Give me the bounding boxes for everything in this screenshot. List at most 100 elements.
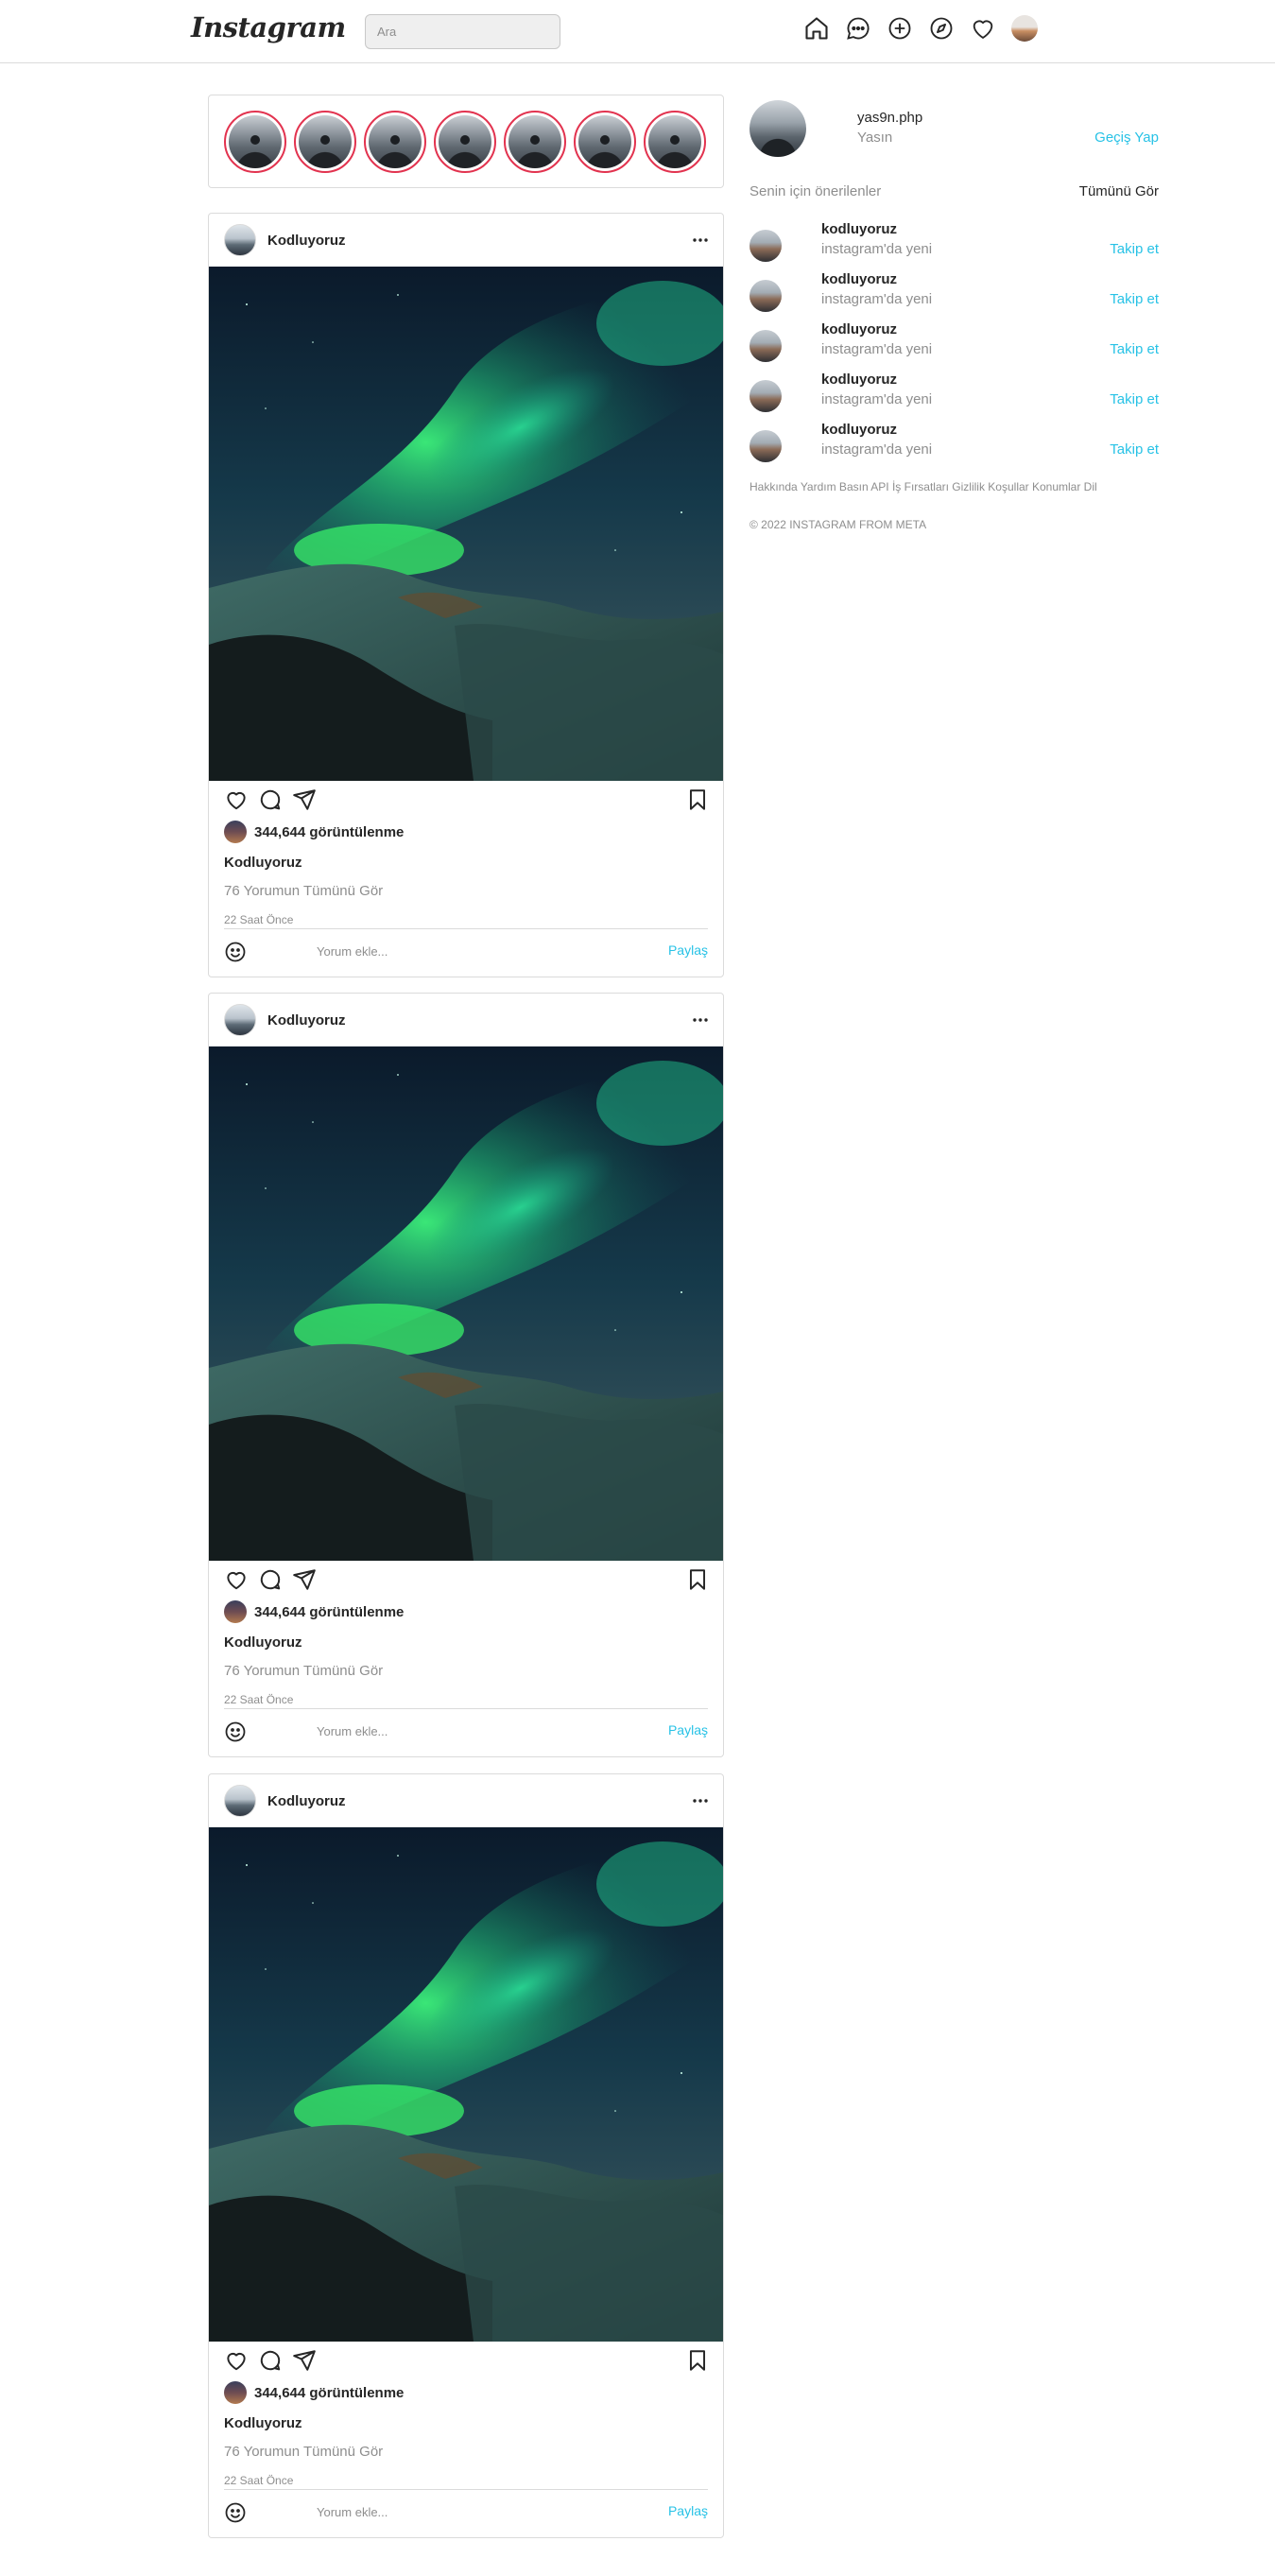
profile-avatar-image	[1011, 15, 1038, 42]
suggestion-avatar[interactable]	[749, 380, 782, 412]
suggestion-avatar[interactable]	[749, 280, 782, 312]
story-item[interactable]	[644, 110, 706, 173]
suggestions-title: Senin için önerilenler	[749, 183, 882, 199]
suggestion-username[interactable]: kodluyoruz	[821, 271, 897, 287]
follow-button[interactable]: Takip et	[1110, 341, 1159, 357]
story-avatar	[439, 114, 491, 168]
search-input[interactable]	[365, 14, 560, 49]
view-all-comments-link[interactable]: 76 Yorumun Tümünü Gör	[224, 2444, 383, 2460]
view-count-text: 344,644 görüntülenme	[254, 823, 405, 840]
follow-button[interactable]: Takip et	[1110, 291, 1159, 307]
post-image-aurora[interactable]	[209, 1827, 723, 2342]
view-all-comments-link[interactable]: 76 Yorumun Tümünü Gör	[224, 883, 383, 899]
story-avatar	[229, 114, 282, 168]
view-count: 344,644 görüntülenme	[224, 821, 404, 843]
suggestion-username[interactable]: kodluyoruz	[821, 221, 897, 237]
post-timestamp: 22 Saat Önce	[224, 2474, 294, 2487]
suggestion-avatar[interactable]	[749, 430, 782, 462]
post-comment-button[interactable]: Paylaş	[668, 1722, 708, 1738]
more-options-icon[interactable]	[689, 1011, 712, 1029]
post-image-aurora[interactable]	[209, 1046, 723, 1561]
post-author-avatar[interactable]	[224, 224, 256, 256]
viewer-avatar	[224, 821, 247, 843]
footer-links[interactable]: Hakkında Yardım Basın API İş Fırsatları …	[749, 480, 1097, 493]
profile-avatar[interactable]	[1009, 13, 1040, 43]
view-count-text: 344,644 görüntülenme	[254, 1603, 405, 1620]
bookmark-save-icon[interactable]	[685, 2348, 712, 2375]
nav-icons	[801, 12, 1051, 44]
post-author-avatar[interactable]	[224, 1004, 256, 1036]
suggestion-avatar[interactable]	[749, 230, 782, 262]
feed-post: Kodluyoruz 344,644 görüntülenme Kodluyor…	[208, 213, 724, 977]
follow-button[interactable]: Takip et	[1110, 241, 1159, 257]
comment-bubble-icon[interactable]	[258, 787, 284, 814]
story-item[interactable]	[574, 110, 636, 173]
comment-input[interactable]	[317, 939, 600, 963]
messenger-icon[interactable]	[843, 13, 873, 43]
new-post-icon[interactable]	[885, 13, 915, 43]
emoji-smiley-icon[interactable]	[224, 2501, 247, 2524]
story-item[interactable]	[504, 110, 566, 173]
caption-username[interactable]: Kodluyoruz	[224, 855, 302, 871]
switch-account-link[interactable]: Geçiş Yap	[1094, 130, 1159, 146]
activity-heart-icon[interactable]	[968, 13, 998, 43]
view-count-text: 344,644 görüntülenme	[254, 2384, 405, 2401]
current-user-avatar[interactable]	[749, 100, 806, 157]
comment-bubble-icon[interactable]	[258, 1567, 284, 1594]
suggestion-avatar[interactable]	[749, 330, 782, 362]
comment-input[interactable]	[317, 2499, 600, 2524]
suggestion-username[interactable]: kodluyoruz	[821, 321, 897, 337]
post-author-avatar[interactable]	[224, 1785, 256, 1817]
like-heart-icon[interactable]	[224, 1567, 250, 1594]
suggestion-subtitle: instagram'da yeni	[821, 441, 933, 458]
viewer-avatar	[224, 2381, 247, 2404]
current-user-username[interactable]: yas9n.php	[857, 110, 922, 126]
follow-button[interactable]: Takip et	[1110, 391, 1159, 407]
share-paper-plane-icon[interactable]	[292, 1567, 319, 1594]
post-actions: 344,644 görüntülenme Kodluyoruz 76 Yorum…	[209, 781, 723, 963]
more-options-icon[interactable]	[689, 231, 712, 250]
suggestion-username[interactable]: kodluyoruz	[821, 372, 897, 388]
comment-bubble-icon[interactable]	[258, 2348, 284, 2375]
like-heart-icon[interactable]	[224, 787, 250, 814]
more-options-icon[interactable]	[689, 1791, 712, 1810]
story-item[interactable]	[294, 110, 356, 173]
story-item[interactable]	[434, 110, 496, 173]
see-all-link[interactable]: Tümünü Gör	[1079, 183, 1159, 199]
bookmark-save-icon[interactable]	[685, 1567, 712, 1594]
story-avatar	[508, 114, 561, 168]
post-image-aurora[interactable]	[209, 267, 723, 781]
bookmark-save-icon[interactable]	[685, 787, 712, 814]
suggestion-row: kodluyoruz instagram'da yeni Takip et	[749, 271, 1159, 317]
suggestion-row: kodluyoruz instagram'da yeni Takip et	[749, 321, 1159, 367]
feed-post: Kodluyoruz 344,644 görüntülenme Kodluyor…	[208, 993, 724, 1757]
post-author-username[interactable]: Kodluyoruz	[267, 1012, 346, 1029]
home-icon[interactable]	[801, 13, 832, 43]
caption-username[interactable]: Kodluyoruz	[224, 1634, 302, 1651]
explore-compass-icon[interactable]	[926, 13, 956, 43]
top-navigation-bar: Instagram	[0, 0, 1275, 63]
suggestion-row: kodluyoruz instagram'da yeni Takip et	[749, 422, 1159, 467]
caption-username[interactable]: Kodluyoruz	[224, 2415, 302, 2431]
suggestion-username[interactable]: kodluyoruz	[821, 422, 897, 438]
post-comment-button[interactable]: Paylaş	[668, 2503, 708, 2518]
view-count: 344,644 görüntülenme	[224, 2381, 404, 2404]
suggestion-subtitle: instagram'da yeni	[821, 341, 933, 357]
follow-button[interactable]: Takip et	[1110, 441, 1159, 458]
emoji-smiley-icon[interactable]	[224, 1720, 247, 1743]
comment-input[interactable]	[317, 1719, 600, 1743]
add-comment-bar: Paylaş	[224, 928, 708, 972]
post-comment-button[interactable]: Paylaş	[668, 942, 708, 958]
copyright-text: © 2022 INSTAGRAM FROM META	[749, 518, 927, 531]
emoji-smiley-icon[interactable]	[224, 941, 247, 963]
share-paper-plane-icon[interactable]	[292, 787, 319, 814]
suggestion-subtitle: instagram'da yeni	[821, 291, 933, 307]
story-item[interactable]	[364, 110, 426, 173]
share-paper-plane-icon[interactable]	[292, 2348, 319, 2375]
like-heart-icon[interactable]	[224, 2348, 250, 2375]
post-author-username[interactable]: Kodluyoruz	[267, 233, 346, 249]
instagram-logo[interactable]: Instagram	[191, 11, 346, 43]
view-all-comments-link[interactable]: 76 Yorumun Tümünü Gör	[224, 1663, 383, 1679]
post-author-username[interactable]: Kodluyoruz	[267, 1793, 346, 1809]
story-item[interactable]	[224, 110, 286, 173]
